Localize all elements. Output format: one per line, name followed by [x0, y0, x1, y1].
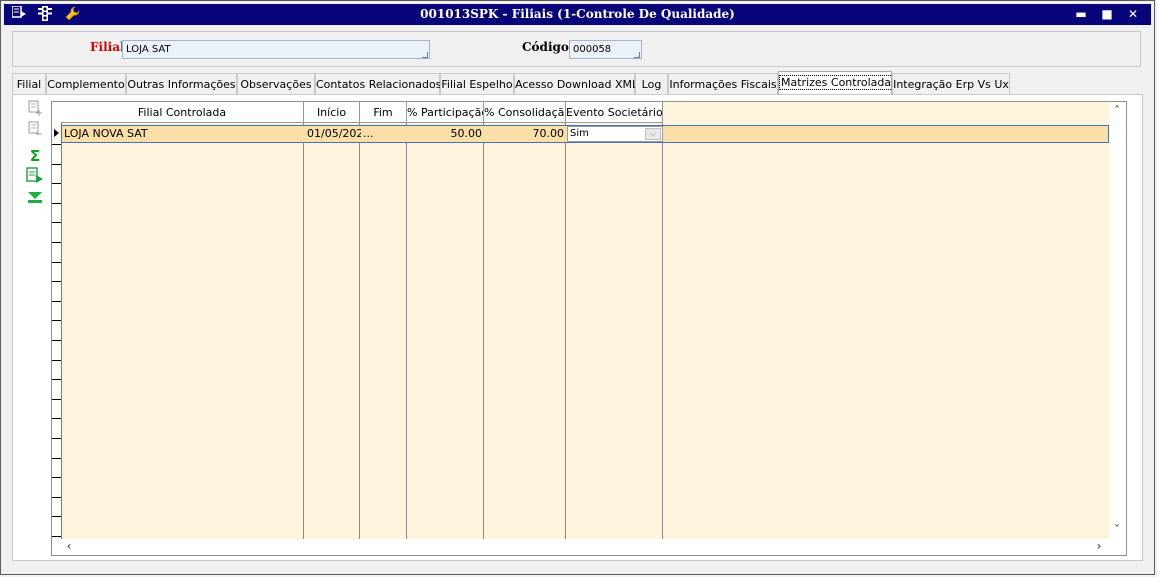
- remove-record-icon[interactable]: [22, 121, 48, 141]
- add-record-icon[interactable]: [22, 100, 48, 120]
- row-indicator-column: [52, 102, 62, 555]
- column-divider: [406, 123, 407, 539]
- header-panel: Filial LOJA SAT Código 000058: [12, 31, 1141, 67]
- row-tick: [52, 222, 61, 223]
- tab-informacoes-fiscais[interactable]: Informações Fiscais: [668, 73, 778, 94]
- tab-contatos-relacionados[interactable]: Contatos Relacionados: [315, 73, 441, 94]
- window-title: 001013SPK - Filiais (1-Controle De Quali…: [420, 7, 735, 21]
- column-divider: [303, 123, 304, 539]
- scroll-down-icon[interactable]: ˇ: [1109, 523, 1125, 537]
- codigo-value: 000058: [573, 44, 612, 55]
- scroll-up-icon[interactable]: ˆ: [1109, 104, 1125, 118]
- column-header-consolidacao[interactable]: % Consolidação: [484, 102, 566, 123]
- tab-filial[interactable]: Filial: [12, 73, 46, 94]
- row-tick: [52, 360, 61, 361]
- filial-label: Filial: [90, 40, 125, 54]
- row-tick: [52, 379, 61, 380]
- tab-complemento[interactable]: Complemento: [46, 73, 126, 94]
- tab-outras-informacoes[interactable]: Outras Informações: [126, 73, 237, 94]
- tab-strip: Filial Complemento Outras Informações Ob…: [12, 71, 1142, 95]
- row-tick: [52, 340, 61, 341]
- evento-societario-value: Sim: [570, 128, 589, 139]
- main-window: 001013SPK - Filiais (1-Controle De Quali…: [0, 0, 1155, 575]
- row-tick: [52, 164, 61, 165]
- chevron-down-icon[interactable]: ⌵: [645, 128, 661, 140]
- row-tick: [52, 458, 61, 459]
- close-button[interactable]: ✕: [1124, 6, 1142, 23]
- row-tick: [52, 438, 61, 439]
- cell-fim[interactable]: ...: [361, 126, 408, 142]
- column-divider: [483, 123, 484, 539]
- tab-observacoes[interactable]: Observações: [237, 73, 315, 94]
- tab-integracao-erp-vs-ux[interactable]: Integração Erp Vs Ux: [892, 73, 1010, 94]
- column-divider: [662, 123, 663, 539]
- evento-societario-select[interactable]: Sim ⌵: [567, 126, 663, 142]
- export-icon[interactable]: [22, 167, 48, 187]
- filter-icon[interactable]: [22, 190, 48, 210]
- column-header-filial-controlada[interactable]: Filial Controlada: [61, 102, 304, 123]
- cell-inicio[interactable]: 01/05/202: [305, 126, 361, 142]
- row-tick: [52, 203, 61, 204]
- title-bar: 001013SPK - Filiais (1-Controle De Quali…: [4, 4, 1151, 25]
- row-tick: [52, 497, 61, 498]
- table-row[interactable]: LOJA NOVA SAT 01/05/202 ... 50.00 70.00 …: [61, 125, 1109, 143]
- column-divider: [359, 123, 360, 539]
- tab-log[interactable]: Log: [635, 73, 668, 94]
- scroll-left-icon[interactable]: ‹: [61, 539, 77, 553]
- codigo-label: Código: [522, 40, 569, 54]
- lookup-corner-icon[interactable]: [422, 52, 428, 58]
- column-header-participacao[interactable]: % Participação: [407, 102, 484, 123]
- horizontal-scrollbar[interactable]: ‹ ›: [61, 539, 1109, 555]
- vertical-scrollbar[interactable]: ˆ ˇ: [1109, 102, 1126, 555]
- row-tick: [52, 516, 61, 517]
- column-header-evento-societario[interactable]: Evento Societário: [566, 102, 663, 123]
- row-tick: [52, 183, 61, 184]
- row-tick: [52, 144, 61, 145]
- row-tick: [52, 536, 61, 537]
- row-tick: [52, 418, 61, 419]
- current-row-arrow-icon: [54, 129, 59, 137]
- matrizes-grid[interactable]: Filial Controlada Início Fim % Participa…: [51, 101, 1127, 556]
- codigo-field[interactable]: 000058: [569, 40, 642, 59]
- column-header-inicio[interactable]: Início: [304, 102, 360, 123]
- lookup-corner-icon[interactable]: [634, 52, 640, 58]
- row-tick: [52, 301, 61, 302]
- filial-value: LOJA SAT: [126, 44, 171, 55]
- maximize-button[interactable]: ■: [1098, 6, 1116, 23]
- tab-filial-espelho[interactable]: Filial Espelho: [440, 73, 514, 94]
- cell-consolidacao[interactable]: 70.00: [485, 126, 566, 142]
- cell-participacao[interactable]: 50.00: [408, 126, 484, 142]
- row-tick: [52, 281, 61, 282]
- tab-matrizes-controladas[interactable]: Matrizes Controladas: [778, 71, 899, 95]
- column-header-fim[interactable]: Fim: [360, 102, 407, 123]
- scroll-right-icon[interactable]: ›: [1091, 539, 1107, 553]
- filial-field[interactable]: LOJA SAT: [122, 40, 430, 59]
- row-tick: [52, 320, 61, 321]
- column-divider: [565, 123, 566, 539]
- tab-acesso-download-xml[interactable]: Acesso Download XML: [514, 73, 638, 94]
- cell-filial-controlada[interactable]: LOJA NOVA SAT: [62, 126, 304, 142]
- row-tick: [52, 262, 61, 263]
- minimize-button[interactable]: ▬: [1072, 6, 1090, 23]
- row-tick: [52, 242, 61, 243]
- row-tick: [52, 477, 61, 478]
- row-tick: [52, 399, 61, 400]
- sum-icon[interactable]: Σ: [22, 146, 48, 166]
